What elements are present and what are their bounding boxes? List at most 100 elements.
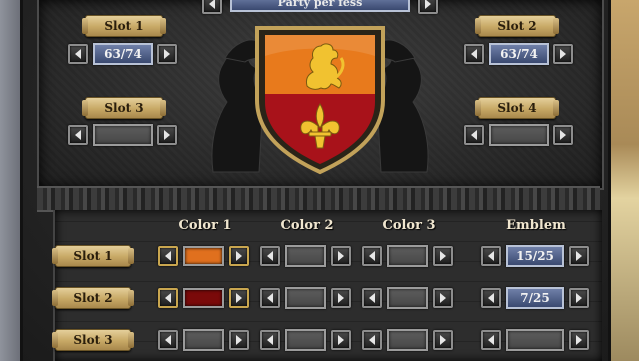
arrow-right-icon <box>576 335 582 345</box>
row-2-color3-prev-button[interactable] <box>362 288 382 308</box>
background-map-edge <box>611 0 639 361</box>
row-2-color3-swatch[interactable] <box>387 287 428 309</box>
arrow-left-icon <box>369 251 375 261</box>
arrow-right-icon <box>164 49 170 59</box>
arrow-right-icon <box>560 49 566 59</box>
top-slot-2-prev-button[interactable] <box>464 44 484 64</box>
scheme-prev-button[interactable] <box>202 0 222 14</box>
top-slot-3-value <box>93 124 153 146</box>
top-slot-3-next-button[interactable] <box>157 125 177 145</box>
arrow-left-icon <box>471 49 477 59</box>
row-1-color3-prev-button[interactable] <box>362 246 382 266</box>
top-slot-4-prev-button[interactable] <box>464 125 484 145</box>
arrow-right-icon <box>338 251 344 261</box>
row-2-emblem-prev-button[interactable] <box>481 288 501 308</box>
arrow-left-icon <box>488 335 494 345</box>
row-1-color1-prev-button[interactable] <box>158 246 178 266</box>
row-3-color3-swatch[interactable] <box>387 329 428 351</box>
arrow-left-icon <box>165 293 171 303</box>
column-header-color-2: Color 2 <box>280 218 334 233</box>
arrow-left-icon <box>488 293 494 303</box>
arrow-left-icon <box>471 130 477 140</box>
window-left-edge <box>0 0 20 361</box>
row-1-emblem-prev-button[interactable] <box>481 246 501 266</box>
scheme-next-button[interactable] <box>418 0 438 14</box>
row-3-color2-prev-button[interactable] <box>260 330 280 350</box>
arrow-right-icon <box>440 293 446 303</box>
row-1-color2-next-button[interactable] <box>331 246 351 266</box>
arrow-left-icon <box>369 293 375 303</box>
scheme-name: Party per fess <box>230 0 410 12</box>
row-3-color2-next-button[interactable] <box>331 330 351 350</box>
row-3-emblem-value <box>506 329 564 351</box>
top-slot-1-next-button[interactable] <box>157 44 177 64</box>
top-slot-4-value <box>489 124 549 146</box>
row-1-emblem-next-button[interactable] <box>569 246 589 266</box>
arrow-right-icon <box>338 293 344 303</box>
arrow-left-icon <box>488 251 494 261</box>
arrow-left-icon <box>209 0 215 9</box>
row-1-color2-swatch[interactable] <box>285 245 326 267</box>
arrow-left-icon <box>267 251 273 261</box>
column-header-color-1: Color 1 <box>178 218 232 233</box>
arrow-right-icon <box>440 251 446 261</box>
top-slot-3-prev-button[interactable] <box>68 125 88 145</box>
row-2-color3-next-button[interactable] <box>433 288 453 308</box>
top-slot-2-next-button[interactable] <box>553 44 573 64</box>
row-2-color1-next-button[interactable] <box>229 288 249 308</box>
top-slot-2-label: Slot 2 <box>475 15 559 37</box>
row-2-emblem-next-button[interactable] <box>569 288 589 308</box>
row-3-color1-prev-button[interactable] <box>158 330 178 350</box>
arrow-right-icon <box>236 293 242 303</box>
arrow-left-icon <box>75 49 81 59</box>
row-2-color1-prev-button[interactable] <box>158 288 178 308</box>
top-slot-1-value: 63/74 <box>93 43 153 65</box>
row-3-color1-swatch[interactable] <box>183 329 224 351</box>
arrow-right-icon <box>338 335 344 345</box>
top-slot-4-next-button[interactable] <box>553 125 573 145</box>
row-1-color1-swatch[interactable] <box>183 246 224 266</box>
arrow-right-icon <box>164 130 170 140</box>
row-2-emblem-value: 7/25 <box>506 287 564 309</box>
row-3-emblem-prev-button[interactable] <box>481 330 501 350</box>
row-1-label: Slot 1 <box>52 245 134 267</box>
arrow-left-icon <box>165 335 171 345</box>
top-slot-1-prev-button[interactable] <box>68 44 88 64</box>
arrow-right-icon <box>425 0 431 9</box>
top-slot-1-label: Slot 1 <box>82 15 166 37</box>
arrow-left-icon <box>75 130 81 140</box>
arrow-right-icon <box>576 293 582 303</box>
top-slot-2-value: 63/74 <box>489 43 549 65</box>
row-3-emblem-next-button[interactable] <box>569 330 589 350</box>
ornament-divider <box>37 186 600 212</box>
row-1-color3-swatch[interactable] <box>387 245 428 267</box>
row-3-color3-next-button[interactable] <box>433 330 453 350</box>
row-2-color2-swatch[interactable] <box>285 287 326 309</box>
arrow-left-icon <box>267 335 273 345</box>
top-slot-4-label: Slot 4 <box>475 97 559 119</box>
row-3-label: Slot 3 <box>52 329 134 351</box>
arrow-right-icon <box>560 130 566 140</box>
arrow-left-icon <box>369 335 375 345</box>
row-2-color1-swatch[interactable] <box>183 288 224 308</box>
coat-of-arms <box>211 26 429 175</box>
arrow-right-icon <box>576 251 582 261</box>
arrow-right-icon <box>236 251 242 261</box>
row-1-emblem-value: 15/25 <box>506 245 564 267</box>
row-1-color2-prev-button[interactable] <box>260 246 280 266</box>
row-2-color2-prev-button[interactable] <box>260 288 280 308</box>
row-1-color1-next-button[interactable] <box>229 246 249 266</box>
top-slot-3-label: Slot 3 <box>82 97 166 119</box>
column-header-emblem: Emblem <box>506 218 566 233</box>
row-3-color1-next-button[interactable] <box>229 330 249 350</box>
row-2-color2-next-button[interactable] <box>331 288 351 308</box>
arrow-right-icon <box>440 335 446 345</box>
row-3-color2-swatch[interactable] <box>285 329 326 351</box>
row-1-color3-next-button[interactable] <box>433 246 453 266</box>
arrow-left-icon <box>267 293 273 303</box>
arrow-left-icon <box>165 251 171 261</box>
row-3-color3-prev-button[interactable] <box>362 330 382 350</box>
arrow-right-icon <box>236 335 242 345</box>
column-header-color-3: Color 3 <box>382 218 436 233</box>
row-2-label: Slot 2 <box>52 287 134 309</box>
